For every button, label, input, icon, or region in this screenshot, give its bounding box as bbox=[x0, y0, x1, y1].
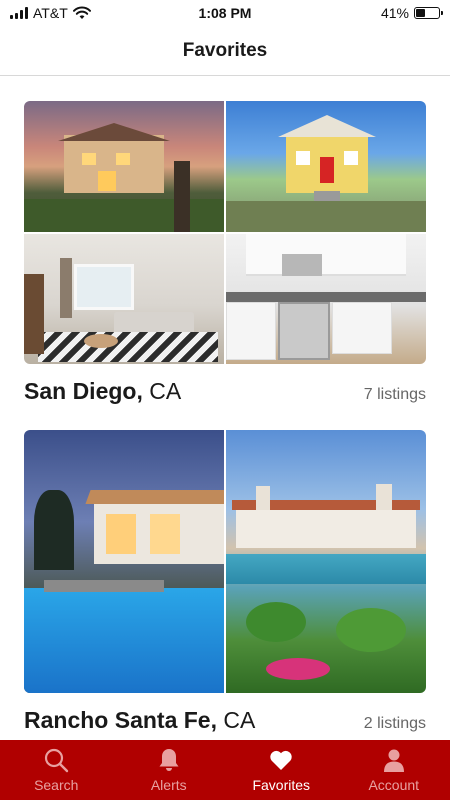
tab-label: Favorites bbox=[252, 777, 311, 793]
status-bar: AT&T 1:08 PM 41% bbox=[0, 0, 450, 26]
battery-icon bbox=[414, 7, 443, 19]
battery-percent: 41% bbox=[380, 5, 409, 21]
favorite-card-san-diego[interactable]: San Diego, CA 7 listings bbox=[24, 101, 426, 405]
city-name: Rancho Santa Fe, CA bbox=[24, 707, 255, 734]
listing-count: 7 listings bbox=[363, 386, 426, 403]
search-icon bbox=[45, 748, 69, 773]
favorites-list: San Diego, CA 7 listings Rancho Santa Fe… bbox=[0, 77, 450, 740]
wifi-icon bbox=[72, 6, 91, 19]
photo-kitchen bbox=[226, 233, 426, 364]
tab-favorites[interactable]: Favorites bbox=[225, 740, 338, 800]
photo-yellow-house-exterior bbox=[226, 101, 426, 232]
battery-level bbox=[416, 9, 426, 17]
listing-count: 2 listings bbox=[363, 715, 426, 732]
city-name: San Diego, CA bbox=[24, 378, 181, 405]
photo-collage[interactable] bbox=[24, 101, 426, 364]
photo-dusk-house-exterior bbox=[24, 101, 224, 232]
bell-icon bbox=[159, 749, 179, 771]
photo-pool-night bbox=[24, 430, 224, 693]
tab-search[interactable]: Search bbox=[0, 740, 113, 800]
favorite-card-rancho-santa-fe[interactable]: Rancho Santa Fe, CA 2 listings bbox=[24, 430, 426, 734]
tab-label: Search bbox=[34, 777, 79, 793]
tab-label: Alerts bbox=[150, 777, 187, 793]
state-label: CA bbox=[149, 378, 182, 404]
city-label: Rancho Santa Fe, bbox=[24, 707, 217, 733]
person-icon bbox=[383, 749, 404, 772]
page-title: Favorites bbox=[182, 39, 268, 61]
city-label: San Diego, bbox=[24, 378, 143, 404]
signal-icon bbox=[10, 7, 28, 19]
page-header: Favorites bbox=[0, 26, 450, 76]
tab-account[interactable]: Account bbox=[338, 740, 450, 800]
tab-label: Account bbox=[368, 777, 420, 793]
carrier-label: AT&T bbox=[33, 5, 68, 21]
photo-collage[interactable] bbox=[24, 430, 426, 693]
photo-pool-villa bbox=[226, 430, 426, 693]
tab-alerts[interactable]: Alerts bbox=[113, 740, 226, 800]
photo-living-room bbox=[24, 233, 224, 364]
bottom-tab-bar: Search Alerts Favorites Account bbox=[0, 740, 450, 800]
heart-icon bbox=[270, 750, 292, 770]
state-label: CA bbox=[223, 707, 256, 733]
